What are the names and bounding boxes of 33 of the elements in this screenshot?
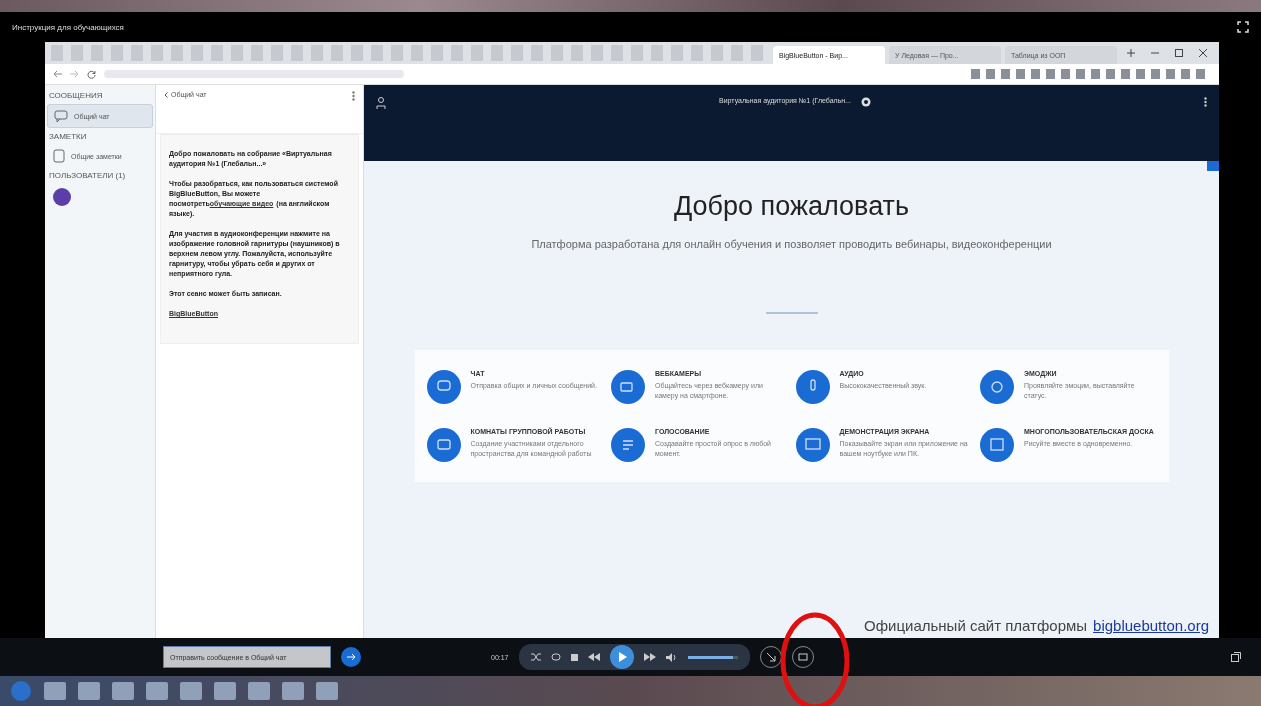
avatar-icon xyxy=(53,188,71,206)
website-link[interactable]: bigbluebutton.org xyxy=(1093,617,1209,634)
previous-icon[interactable] xyxy=(587,653,600,661)
new-tab-icon[interactable] xyxy=(1127,49,1135,57)
user-icon[interactable] xyxy=(376,97,386,109)
repeat-icon[interactable] xyxy=(550,653,561,661)
play-button[interactable] xyxy=(609,645,634,669)
section-heading: ПОЛЬЗОВАТЕЛИ (1) xyxy=(48,171,127,180)
more-options-icon[interactable] xyxy=(1204,97,1207,107)
notes-icon xyxy=(53,149,65,163)
section-heading: СООБЩЕНИЯ xyxy=(48,91,104,100)
shuffle-icon[interactable] xyxy=(530,653,541,661)
skin-mode-button[interactable] xyxy=(759,646,782,668)
send-button[interactable] xyxy=(341,647,361,667)
next-icon[interactable] xyxy=(643,653,656,661)
stop-icon[interactable] xyxy=(570,653,578,661)
slide-heading: Добро пожаловать xyxy=(674,191,909,222)
reload-icon[interactable] xyxy=(87,69,96,79)
switch-view-button[interactable] xyxy=(791,646,814,668)
switch-to-library-icon[interactable] xyxy=(1231,652,1241,662)
close-icon[interactable] xyxy=(1199,49,1207,57)
volume-icon[interactable] xyxy=(665,652,678,662)
recording-icon xyxy=(860,97,871,107)
list-icon xyxy=(611,428,645,462)
back-icon[interactable] xyxy=(53,70,62,78)
section-heading: ЗАМЕТКИ xyxy=(48,132,88,141)
footer-text: Официальный сайт платформы xyxy=(864,617,1088,634)
start-button[interactable] xyxy=(10,680,32,702)
maximize-icon[interactable] xyxy=(1175,49,1183,57)
window-title: Инструкция для обучающихся xyxy=(12,22,124,32)
slide-subtitle: Платформа разработана для онлайн обучения и позволяет проводить вебинары, видеоконференции xyxy=(531,238,1052,250)
chevron-left-icon[interactable] xyxy=(164,91,168,98)
fullscreen-icon[interactable] xyxy=(1237,21,1249,33)
